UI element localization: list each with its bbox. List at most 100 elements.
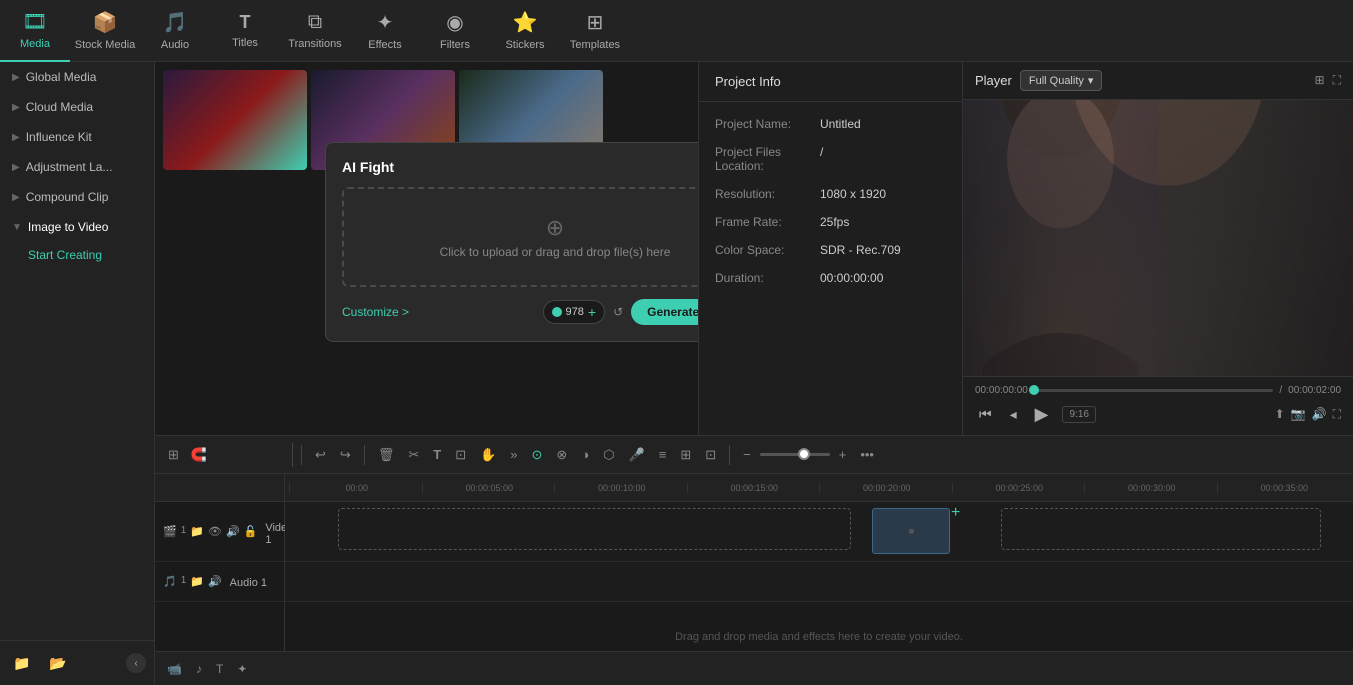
sidebar-item-compound-clip[interactable]: ▶ Compound Clip — [0, 182, 154, 212]
add-video-track-button[interactable]: 📹 — [163, 659, 186, 679]
hand-tool-button[interactable]: ✋ — [475, 443, 501, 467]
bottom-area: ⊞ 🧲 ↩ ↪ 🗑 ✂ T ⊡ ✋ » ⊙ ⊗ ◑ ⬡ 🎤 ≡ ⊞ — [155, 435, 1353, 685]
upload-zone[interactable]: ⊕ Click to upload or drag and drop file(… — [342, 187, 698, 287]
ai-fight-popup: AI Fight ⊕ Click to upload or drag and d… — [325, 142, 698, 342]
ai-popup-title: AI Fight — [342, 159, 698, 175]
speed-button[interactable]: ⊡ — [700, 443, 721, 467]
timeline-handle[interactable] — [1029, 385, 1039, 395]
video-track-volume[interactable]: 🔊 — [226, 525, 240, 538]
split-button[interactable]: ◑ — [576, 443, 594, 466]
audio-track-folder[interactable]: 📁 — [190, 575, 204, 588]
more-options-button[interactable]: ••• — [855, 443, 879, 466]
info-row-location: Project Files Location: / — [699, 138, 962, 180]
snapshot-icon[interactable]: 📷 — [1291, 407, 1306, 422]
ruler-mark-3: 00:00:15:00 — [687, 483, 820, 493]
text-tool-button[interactable]: T — [428, 443, 446, 466]
export-icon[interactable]: ⬆ — [1275, 407, 1285, 422]
color-tool-button[interactable]: ⊙ — [527, 443, 548, 467]
track-audio1-icons: 🎵 1 📁 🔊 — [163, 575, 222, 588]
forward-button[interactable]: » — [505, 443, 522, 466]
crop-tool-button[interactable]: ⊡ — [450, 443, 471, 467]
redo-button[interactable]: ↪ — [335, 443, 356, 467]
video-clip-container: + ▪ — [872, 504, 952, 556]
nav-item-audio[interactable]: 🎵 Audio — [140, 0, 210, 62]
video-track-eye[interactable]: 👁 — [208, 525, 222, 538]
go-start-button[interactable]: ⏮ — [975, 404, 996, 425]
track-label-name-audio1: Audio 1 — [226, 577, 276, 589]
bottom-toolbar: 📹 ♪ T ✦ — [155, 651, 1353, 685]
video-drop-zone-2 — [1001, 508, 1321, 550]
nav-item-stickers[interactable]: ⭐ Stickers — [490, 0, 560, 62]
sidebar-item-global-media[interactable]: ▶ Global Media — [0, 62, 154, 92]
play-pause-button[interactable]: ▶ — [1031, 402, 1053, 427]
sidebar-item-cloud-media[interactable]: ▶ Cloud Media — [0, 92, 154, 122]
player-timeline: 00:00:00:00 / 00:00:02:00 — [975, 385, 1341, 396]
add-text-track-button[interactable]: T — [212, 659, 227, 679]
sidebar-item-influence-kit[interactable]: ▶ Influence Kit — [0, 122, 154, 152]
effects-icon: ✦ — [377, 10, 394, 35]
volume-icon[interactable]: 🔊 — [1312, 407, 1327, 422]
nav-item-effects[interactable]: ✦ Effects — [350, 0, 420, 62]
ruler-mark-2: 00:00:10:00 — [554, 483, 687, 493]
step-back-button[interactable]: ◂ — [1006, 404, 1021, 425]
undo-button[interactable]: ↩ — [310, 443, 331, 467]
fullscreen-icon[interactable]: ⛶ — [1333, 73, 1341, 88]
nav-item-stock[interactable]: 📦 Stock Media — [70, 0, 140, 62]
nav-item-transitions[interactable]: ⧉ Transitions — [280, 0, 350, 62]
refresh-icon[interactable]: ↺ — [613, 305, 623, 319]
sidebar-item-image-to-video[interactable]: ▼ Image to Video — [0, 212, 154, 242]
audio-track-volume[interactable]: 🔊 — [208, 575, 222, 588]
templates-icon: ⊞ — [587, 10, 604, 35]
start-creating-label: Start Creating — [28, 248, 102, 262]
quality-select[interactable]: Full Quality ▾ — [1020, 70, 1103, 91]
nav-item-templates[interactable]: ⊞ Templates — [560, 0, 630, 62]
nav-item-filters[interactable]: ◉ Filters — [420, 0, 490, 62]
voice-button[interactable]: 🎤 — [624, 443, 650, 467]
ai-generate-track-button[interactable]: ✦ — [233, 659, 251, 679]
video-track-lock[interactable]: 🔓 — [244, 525, 258, 538]
nav-item-media[interactable]: 🎞 Media — [0, 0, 70, 62]
zoom-in-button[interactable]: + — [834, 443, 852, 466]
toolbar-divider-1 — [301, 445, 302, 465]
zoom-slider-handle — [798, 448, 810, 460]
magnet-tool-button[interactable]: 🧲 — [186, 443, 212, 467]
zoom-out-button[interactable]: − — [738, 443, 756, 466]
info-value-colorspace: SDR - Rec.709 — [820, 243, 901, 257]
arrow-compound-clip: ▶ — [12, 192, 20, 203]
sidebar-label-image-to-video: Image to Video — [28, 220, 109, 234]
sidebar-item-adjustment-la[interactable]: ▶ Adjustment La... — [0, 152, 154, 182]
ai-caption-button[interactable]: ⊞ — [675, 443, 696, 467]
shield-button[interactable]: ⬡ — [598, 443, 619, 467]
player-buttons: ⏮ ◂ ▶ 9:16 ⬆ 📷 🔊 ⛶ — [975, 402, 1341, 427]
video-track-folder[interactable]: 📁 — [190, 525, 204, 538]
left-sidebar: ▶ Global Media ▶ Cloud Media ▶ Influence… — [0, 62, 155, 685]
ruler-mark-1: 00:00:05:00 — [422, 483, 555, 493]
import-folder-icon[interactable]: 📂 — [44, 649, 72, 677]
customize-button[interactable]: Customize > — [342, 305, 409, 319]
sidebar-subitem-start-creating[interactable]: Start Creating — [0, 242, 154, 268]
generate-button[interactable]: Generate 250 — [631, 299, 698, 325]
timeline-tracks: 🎬 1 📁 👁 🔊 🔓 Video 1 🎵 1 — [155, 474, 1353, 651]
layout-grid-icon[interactable]: ⊞ — [1315, 73, 1325, 88]
sidebar-collapse-button[interactable]: ‹ — [126, 653, 146, 673]
credit-add-icon[interactable]: + — [588, 304, 596, 320]
add-clip-icon[interactable]: + — [951, 504, 960, 522]
delete-button[interactable]: 🗑 — [373, 443, 400, 467]
caption-button[interactable]: ≡ — [654, 443, 672, 466]
cut-button[interactable]: ✂ — [403, 443, 424, 467]
upload-zone-text: Click to upload or drag and drop file(s)… — [440, 245, 671, 259]
nav-item-titles[interactable]: T Titles — [210, 0, 280, 62]
timeline-bar[interactable] — [1034, 389, 1274, 392]
import-file-icon[interactable]: 📁 — [8, 649, 36, 677]
media-thumbnail-1[interactable] — [163, 70, 307, 170]
snap-tool-button[interactable]: ⊞ — [163, 443, 184, 467]
fullscreen-player-icon[interactable]: ⛶ — [1333, 407, 1341, 422]
arrow-adjustment-la: ▶ — [12, 162, 20, 173]
zoom-slider[interactable] — [760, 453, 830, 456]
overlay-button[interactable]: ⊗ — [551, 443, 572, 467]
add-audio-track-button[interactable]: ♪ — [192, 659, 206, 679]
info-value-name: Untitled — [820, 117, 861, 131]
timeline-video-clip[interactable]: ▪ — [872, 508, 950, 554]
nav-label-media: Media — [20, 38, 50, 50]
audio-track-icon: 🎵 — [163, 575, 177, 588]
